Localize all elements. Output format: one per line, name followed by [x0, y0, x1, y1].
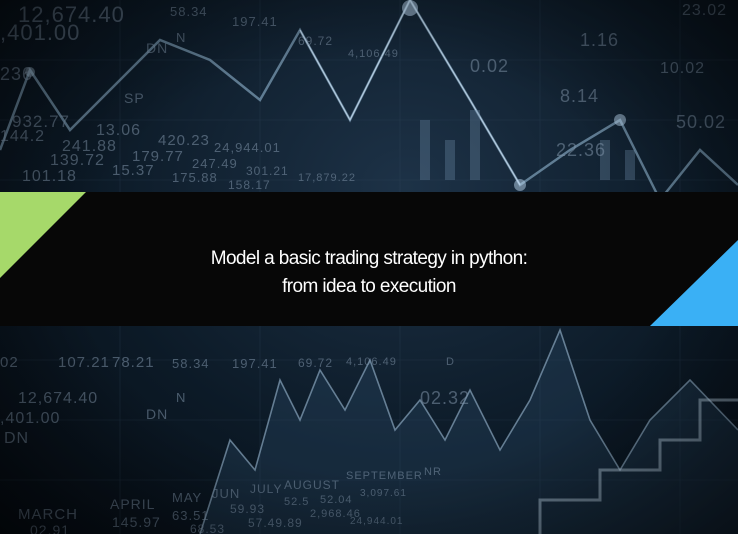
ticker-text: 23.02	[682, 2, 728, 19]
ticker-text: JUN	[212, 486, 241, 501]
ticker-text: 236	[0, 64, 34, 84]
ticker-text: 02	[0, 354, 19, 371]
ticker-text: SP	[124, 90, 145, 106]
ticker-text: N	[176, 390, 187, 405]
ticker-text: 0.02	[470, 56, 510, 76]
ticker-text: 158.17	[228, 178, 271, 192]
ticker-text: 78.21	[112, 354, 155, 371]
ticker-text: DN	[146, 406, 169, 422]
ticker-text: MAY	[172, 490, 203, 505]
ticker-text: 107.21	[58, 354, 110, 371]
ticker-text: 10.02	[660, 60, 706, 77]
ticker-text: APRIL	[110, 496, 156, 512]
ticker-text: 58.34	[170, 4, 208, 19]
ticker-text: 52.5	[284, 496, 310, 508]
ticker-text: 02.91	[30, 522, 71, 534]
ticker-text: 02.32	[420, 388, 471, 408]
ticker-text: 144.2	[0, 128, 46, 145]
ticker-text: DN	[146, 40, 169, 56]
ticker-text: SEPTEMBER	[346, 470, 423, 482]
ticker-text: 22.36	[556, 140, 607, 160]
ticker-text: 1.16	[580, 30, 620, 50]
ticker-text: 50.02	[676, 112, 727, 132]
ticker-text: 101.18	[22, 168, 77, 185]
featured-image-banner: 12,674.40 58.34 197.41 69.72 4,106.49 ,4…	[0, 0, 738, 534]
title-band: Model a basic trading strategy in python…	[0, 192, 738, 326]
ticker-text: 3,097.61	[360, 488, 407, 499]
ticker-text: D	[446, 356, 455, 368]
ticker-text: 24,944.01	[214, 140, 281, 155]
ticker-text: 4,106.49	[348, 48, 399, 60]
ticker-text: 247.49	[192, 156, 238, 171]
ticker-text: 58.34	[172, 356, 210, 371]
ticker-text: 63.51	[172, 508, 210, 523]
ticker-text: 15.37	[112, 162, 155, 179]
ticker-text: 4,106.49	[346, 356, 397, 368]
ticker-text: 420.23	[158, 132, 210, 149]
ticker-text: 17,879.22	[298, 172, 356, 184]
ticker-text: 24,944.01	[350, 516, 404, 527]
ticker-text: ,401.00	[0, 410, 61, 427]
ticker-text: 12,674.40	[18, 390, 99, 407]
ticker-text: NR	[424, 466, 442, 478]
ticker-text: 52.04	[320, 494, 353, 506]
ticker-text: 301.21	[246, 164, 289, 178]
ticker-text: JULY	[250, 482, 283, 496]
lower-area-chart	[199, 327, 738, 534]
ticker-text: 57.49.89	[248, 516, 303, 530]
ticker-text: MARCH	[18, 506, 78, 523]
ticker-text: 8.14	[560, 86, 600, 106]
ticker-text: 68.53	[190, 522, 226, 534]
ticker-text: N	[176, 30, 187, 45]
title-line-2: from idea to execution	[282, 275, 456, 297]
article-title: Model a basic trading strategy in python…	[0, 245, 738, 301]
title-line-1: Model a basic trading strategy in python…	[210, 247, 528, 269]
ticker-text: 69.72	[298, 356, 334, 370]
ticker-text: 69.72	[298, 34, 334, 48]
ticker-text: 197.41	[232, 14, 278, 29]
ticker-text: 145.97	[112, 514, 161, 530]
ticker-text: 59.93	[230, 502, 266, 516]
ticker-text: 175.88	[172, 170, 218, 185]
ticker-text: ,401.00	[0, 20, 81, 45]
ticker-text: 197.41	[232, 356, 278, 371]
ticker-text: AUGUST	[284, 478, 341, 492]
ticker-text: DN	[4, 430, 30, 447]
